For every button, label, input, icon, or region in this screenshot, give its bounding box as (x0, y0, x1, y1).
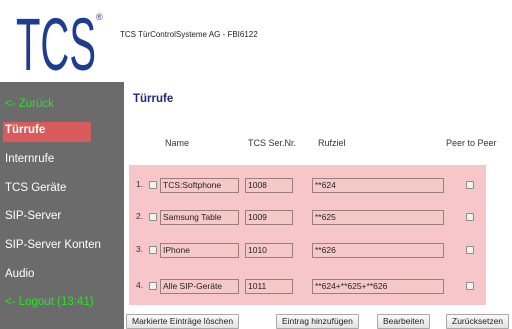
sidebar-item-label[interactable]: SIP-Server (5, 210, 61, 222)
row-number: 1. (136, 179, 144, 189)
name-field[interactable]: TCS:Softphone (160, 178, 239, 193)
row-number: 3. (136, 244, 144, 254)
add-entry-button[interactable]: Eintrag hinzufügen (276, 314, 359, 329)
sidebar-item-label[interactable]: Türrufe (5, 124, 45, 136)
tcs-logo: TCS ® (16, 6, 103, 78)
row-select-checkbox[interactable] (149, 282, 157, 290)
sidebar-item-back[interactable]: <- Zurück (0, 92, 124, 118)
sidebar-item-label[interactable]: TCS Geräte (5, 182, 66, 194)
serial-field[interactable]: 1010 (245, 243, 293, 258)
serial-field[interactable]: 1008 (245, 178, 293, 193)
sidebar-item-sip-server-konten[interactable]: SIP-Server Konten (0, 233, 124, 259)
row-select-checkbox[interactable] (149, 213, 157, 221)
device-title: TCS TürControlSysteme AG - FBI6122 (120, 30, 258, 39)
logo-text: TCS (16, 6, 96, 78)
column-header-name: Name (165, 138, 190, 148)
serial-field[interactable]: 1011 (245, 279, 293, 294)
row-select-checkbox[interactable] (149, 246, 157, 254)
row-number: 4. (136, 280, 144, 290)
target-field[interactable]: **625 (312, 210, 444, 225)
edit-button[interactable]: Bearbeiten (377, 314, 431, 329)
target-field[interactable]: **624+**625+**626 (312, 279, 444, 294)
sidebar-item-label[interactable]: Audio (5, 268, 34, 280)
action-bar: Markierte Einträge löschen Eintrag hinzu… (124, 313, 512, 329)
logout-link[interactable]: <- Logout (13:41) (5, 296, 94, 308)
serial-field[interactable]: 1009 (245, 210, 293, 225)
row-select-checkbox[interactable] (149, 181, 157, 189)
peer-to-peer-checkbox[interactable] (466, 181, 474, 189)
peer-to-peer-checkbox[interactable] (466, 213, 474, 221)
sidebar-item-internrufe[interactable]: Internrufe (0, 147, 124, 173)
peer-to-peer-checkbox[interactable] (466, 282, 474, 290)
sidebar-item-label[interactable]: SIP-Server Konten (5, 239, 101, 251)
target-field[interactable]: **626 (312, 243, 444, 258)
column-header-peer: Peer to Peer (446, 138, 497, 148)
table-row: 2. Samsung Table 1009 **625 (129, 205, 486, 229)
peer-to-peer-checkbox[interactable] (466, 246, 474, 254)
registered-mark: ® (96, 12, 103, 22)
name-field[interactable]: IPhone (160, 243, 239, 258)
sidebar-item-sip-server[interactable]: SIP-Server (0, 204, 124, 230)
header: TCS ® TCS TürControlSysteme AG - FBI6122 (0, 0, 512, 82)
table-row: 3. IPhone 1010 **626 (129, 238, 486, 262)
target-field[interactable]: **624 (312, 178, 444, 193)
page-title: Türrufe (133, 93, 174, 105)
sidebar-item-tuerrufe[interactable]: Türrufe (0, 118, 124, 144)
back-link[interactable]: <- Zurück (5, 98, 54, 110)
sidebar-item-label[interactable]: Internrufe (5, 153, 54, 165)
row-number: 2. (136, 211, 144, 221)
main-content: Türrufe Name TCS Ser.Nr. Rufziel Peer to… (124, 82, 512, 329)
column-header-serial: TCS Ser.Nr. (248, 138, 297, 148)
delete-selected-button[interactable]: Markierte Einträge löschen (126, 314, 240, 329)
sidebar-item-tcs-geraete[interactable]: TCS Geräte (0, 176, 124, 202)
name-field[interactable]: Samsung Table (160, 210, 239, 225)
column-header-target: Rufziel (318, 138, 346, 148)
sidebar: <- Zurück Türrufe Internrufe TCS Geräte … (0, 82, 124, 329)
table-row: 4. Alle SIP-Geräte 1011 **624+**625+**62… (129, 274, 486, 298)
table-row: 1. TCS:Softphone 1008 **624 (129, 173, 486, 197)
sidebar-item-logout[interactable]: <- Logout (13:41) (0, 290, 124, 316)
reset-button[interactable]: Zurücksetzen (446, 314, 510, 329)
name-field[interactable]: Alle SIP-Geräte (160, 279, 239, 294)
sidebar-item-audio[interactable]: Audio (0, 262, 124, 288)
